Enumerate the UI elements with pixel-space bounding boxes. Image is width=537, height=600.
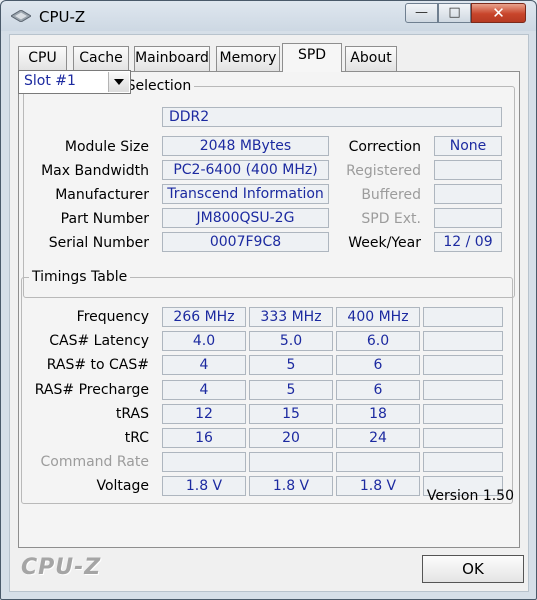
tab-cache[interactable]: Cache (73, 46, 129, 71)
timing-cell: 5 (249, 380, 333, 400)
part-number-value: JM800QSU-2G (162, 208, 329, 228)
timing-cell: 24 (336, 428, 420, 448)
registered-value (434, 160, 502, 180)
window-title: CPU-Z (39, 8, 86, 26)
timing-cell (336, 452, 420, 472)
buffered-label: Buffered (361, 187, 421, 203)
version-text: Version 1.50 (426, 488, 514, 504)
timings-group-title: Timings Table (29, 269, 131, 285)
buffered-value (434, 184, 502, 204)
timing-cell: 20 (249, 428, 333, 448)
timing-row-label: tRC (124, 430, 149, 446)
timing-row-label: Command Rate (40, 454, 149, 470)
timing-row-label: tRAS (115, 406, 149, 422)
timing-row-label: RAS# to CAS# (46, 357, 149, 373)
timing-cell (423, 428, 503, 448)
timing-cell: 6 (336, 380, 420, 400)
timing-cell: 333 MHz (249, 307, 333, 327)
module-size-value: 2048 MBytes (162, 136, 329, 156)
timing-cell: 16 (162, 428, 246, 448)
maximize-button[interactable]: □ (438, 3, 471, 23)
memory-type-field: DDR2 (162, 107, 502, 127)
timing-cell (423, 307, 503, 327)
serial-number-label: Serial Number (48, 235, 149, 251)
tab-memory[interactable]: Memory (216, 46, 280, 71)
timing-cell: 1.8 V (249, 476, 333, 496)
spd-ext-label: SPD Ext. (361, 211, 421, 227)
week-year-label: Week/Year (348, 235, 421, 251)
max-bandwidth-value: PC2-6400 (400 MHz) (162, 160, 329, 180)
tab-mainboard[interactable]: Mainboard (134, 46, 210, 71)
timing-cell (423, 452, 503, 472)
timing-cell (423, 355, 503, 375)
close-button[interactable]: ✕ (471, 3, 526, 23)
spd-ext-value (434, 208, 502, 228)
timing-cell: 15 (249, 404, 333, 424)
timing-cell (162, 452, 246, 472)
timing-cell: 400 MHz (336, 307, 420, 327)
max-bandwidth-label: Max Bandwidth (41, 163, 149, 179)
timing-cell: 4 (162, 355, 246, 375)
timing-cell: 266 MHz (162, 307, 246, 327)
tab-about[interactable]: About (345, 46, 397, 71)
module-size-label: Module Size (64, 139, 149, 155)
ok-button[interactable]: OK (422, 555, 524, 583)
timing-row-label: CAS# Latency (49, 333, 149, 349)
title-bar[interactable]: CPU-Z — □ ✕ (1, 1, 536, 33)
serial-number-value: 0007F9C8 (162, 232, 329, 252)
timing-row-label: RAS# Precharge (34, 382, 149, 398)
chevron-down-icon (114, 79, 124, 85)
timing-cell: 4.0 (162, 331, 246, 351)
cpuz-app-icon (11, 10, 31, 22)
cpuz-brand-logo: CPU-Z (21, 555, 102, 580)
tab-spd[interactable]: SPD (282, 43, 342, 72)
timing-cell (423, 331, 503, 351)
maximize-icon: □ (448, 5, 461, 20)
timing-cell (423, 404, 503, 424)
timing-cell: 6.0 (336, 331, 420, 351)
timing-cell: 5.0 (249, 331, 333, 351)
correction-label: Correction (348, 139, 421, 155)
timing-cell: 12 (162, 404, 246, 424)
timing-cell (423, 380, 503, 400)
tab-cpu[interactable]: CPU (18, 46, 67, 71)
slot-select-value: Slot #1 (24, 73, 76, 89)
timing-row-label: Frequency (76, 309, 149, 325)
timing-cell: 6 (336, 355, 420, 375)
timing-cell: 4 (162, 380, 246, 400)
week-year-value: 12 / 09 (434, 232, 502, 252)
minimize-icon: — (415, 5, 428, 20)
slot-select[interactable]: Slot #1 (18, 70, 131, 94)
timing-cell: 5 (249, 355, 333, 375)
slot-dropdown-button[interactable] (108, 72, 129, 92)
minimize-button[interactable]: — (405, 3, 438, 23)
part-number-label: Part Number (60, 211, 149, 227)
manufacturer-label: Manufacturer (55, 187, 149, 203)
timing-cell: 1.8 V (162, 476, 246, 496)
close-icon: ✕ (492, 4, 505, 22)
registered-label: Registered (346, 163, 421, 179)
timing-cell (249, 452, 333, 472)
cpuz-window: CPU-Z — □ ✕ CPU Cache Mainboard Memory S… (0, 0, 537, 600)
timing-cell: 18 (336, 404, 420, 424)
correction-value: None (434, 136, 502, 156)
timing-row-label: Voltage (96, 478, 149, 494)
timing-cell: 1.8 V (336, 476, 420, 496)
manufacturer-value: Transcend Information (162, 184, 329, 204)
